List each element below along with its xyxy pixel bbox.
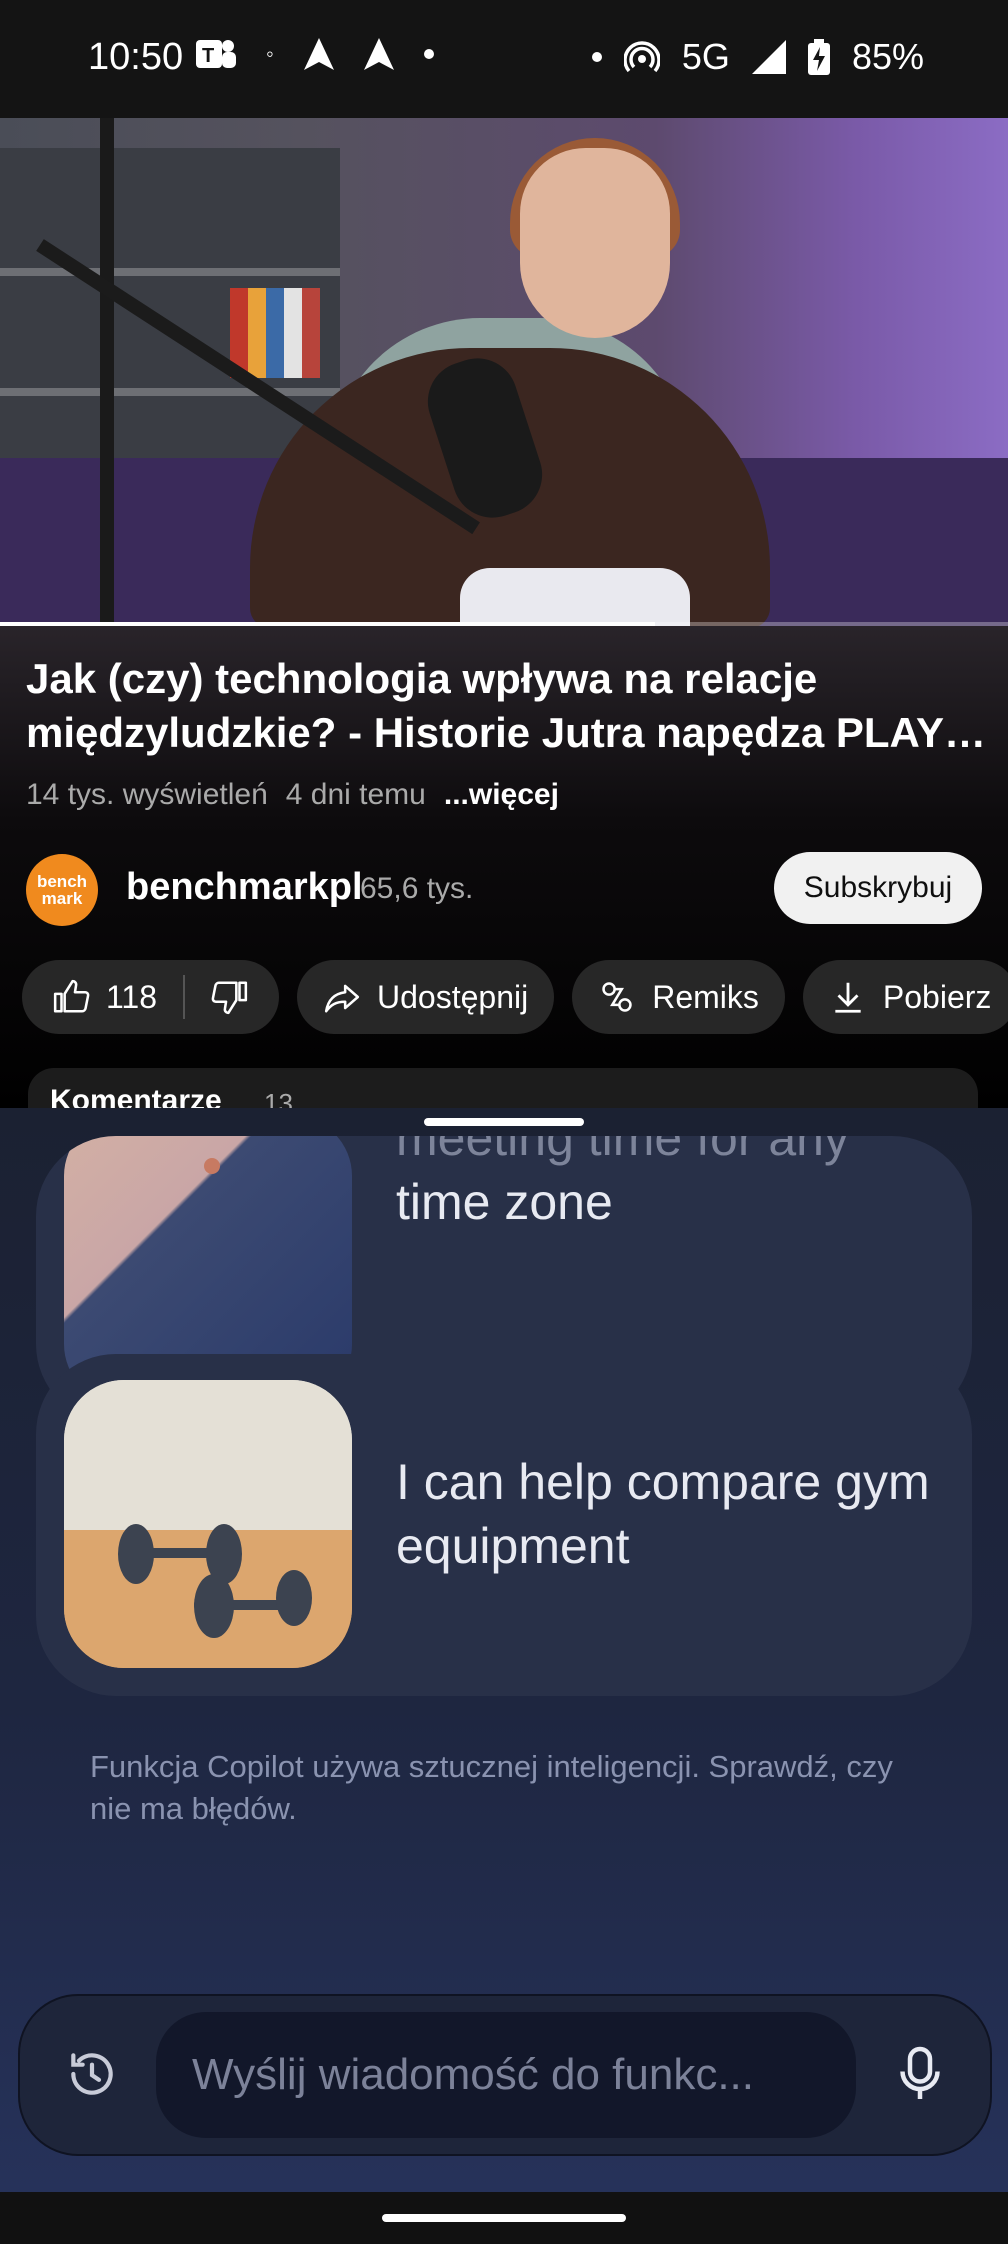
- download-icon: [835, 982, 861, 1013]
- svg-text:T: T: [202, 45, 214, 67]
- like-dislike-group: 118: [22, 960, 280, 1034]
- thumbs-down-icon[interactable]: [211, 978, 249, 1016]
- like-count[interactable]: 118: [106, 979, 157, 1016]
- remix-icon: [602, 982, 632, 1012]
- home-gesture-handle[interactable]: [382, 2214, 626, 2222]
- suggestion-card[interactable]: I can help compare gym equipment: [36, 1354, 972, 1696]
- gesture-nav-bar: [0, 2192, 1008, 2244]
- dumbbell-illustration: [64, 1380, 352, 1668]
- message-composer: Wyślij wiadomość do funkc...: [18, 1994, 992, 2156]
- video-presenter: [520, 148, 670, 338]
- channel-avatar[interactable]: bench mark: [26, 854, 98, 926]
- history-icon[interactable]: [64, 2046, 120, 2102]
- signal-dot-icon: ◦: [266, 41, 274, 66]
- subscriber-count: 65,6 tys.: [360, 872, 474, 905]
- suggestion-text-line2: time zone: [396, 1174, 613, 1230]
- cell-signal-icon: [751, 40, 786, 74]
- video-meta[interactable]: 14 tys. wyświetleń 4 dni temu ...więcej: [26, 778, 559, 812]
- battery-level: 85%: [851, 36, 924, 77]
- suggestion-text-line1: meeting time for any: [396, 1136, 849, 1166]
- hotspot-icon: [623, 41, 660, 73]
- suggestion-image: [64, 1380, 352, 1668]
- message-input[interactable]: Wyślij wiadomość do funkc...: [156, 2012, 856, 2138]
- status-bar: 10:50 T ◦ 5G 85%: [0, 0, 1008, 118]
- share-button[interactable]: Udostępnij: [297, 960, 555, 1034]
- navigation-icon: [363, 38, 394, 70]
- battery-charging-icon: [807, 39, 830, 75]
- upload-age: 4 dni temu: [285, 778, 426, 811]
- remix-button[interactable]: Remiks: [572, 960, 785, 1034]
- more-link[interactable]: ...więcej: [444, 778, 559, 812]
- video-books: [230, 288, 320, 378]
- teams-icon: T: [196, 40, 236, 68]
- view-count: 14 tys. wyświetleń: [26, 778, 268, 811]
- video-title[interactable]: Jak (czy) technologia wpływa na relacje …: [26, 652, 986, 760]
- status-time: 10:50: [88, 36, 184, 78]
- microphone-icon[interactable]: [890, 2044, 950, 2104]
- channel-name[interactable]: benchmarkpl: [126, 866, 363, 909]
- sheet-drag-handle[interactable]: [424, 1118, 584, 1126]
- suggestion-text: I can help compare gym equipment: [396, 1454, 930, 1574]
- dot-icon: [423, 49, 434, 59]
- video-player[interactable]: [0, 118, 1008, 626]
- subscribe-button[interactable]: Subskrybuj: [774, 852, 982, 924]
- notification-icons: T ◦: [196, 36, 434, 72]
- system-icons: 5G 85%: [591, 36, 924, 78]
- share-icon: [324, 984, 360, 1013]
- video-info-panel: Jak (czy) technologia wpływa na relacje …: [0, 626, 1008, 1118]
- network-type: 5G: [681, 36, 730, 77]
- copilot-sheet: meeting time for any time zone I can hel…: [0, 1108, 1008, 2192]
- action-bar: 118 Udostępnij Remiks Pobierz: [22, 960, 1008, 1034]
- channel-row[interactable]: bench mark benchmarkpl 65,6 tys. Subskry…: [26, 852, 982, 926]
- download-button[interactable]: Pobierz: [802, 960, 1008, 1034]
- ai-disclaimer: Funkcja Copilot używa sztucznej intelige…: [90, 1749, 893, 1826]
- thumbs-up-icon[interactable]: [52, 978, 90, 1016]
- navigation-icon: [303, 38, 334, 70]
- dot-icon: [591, 52, 602, 62]
